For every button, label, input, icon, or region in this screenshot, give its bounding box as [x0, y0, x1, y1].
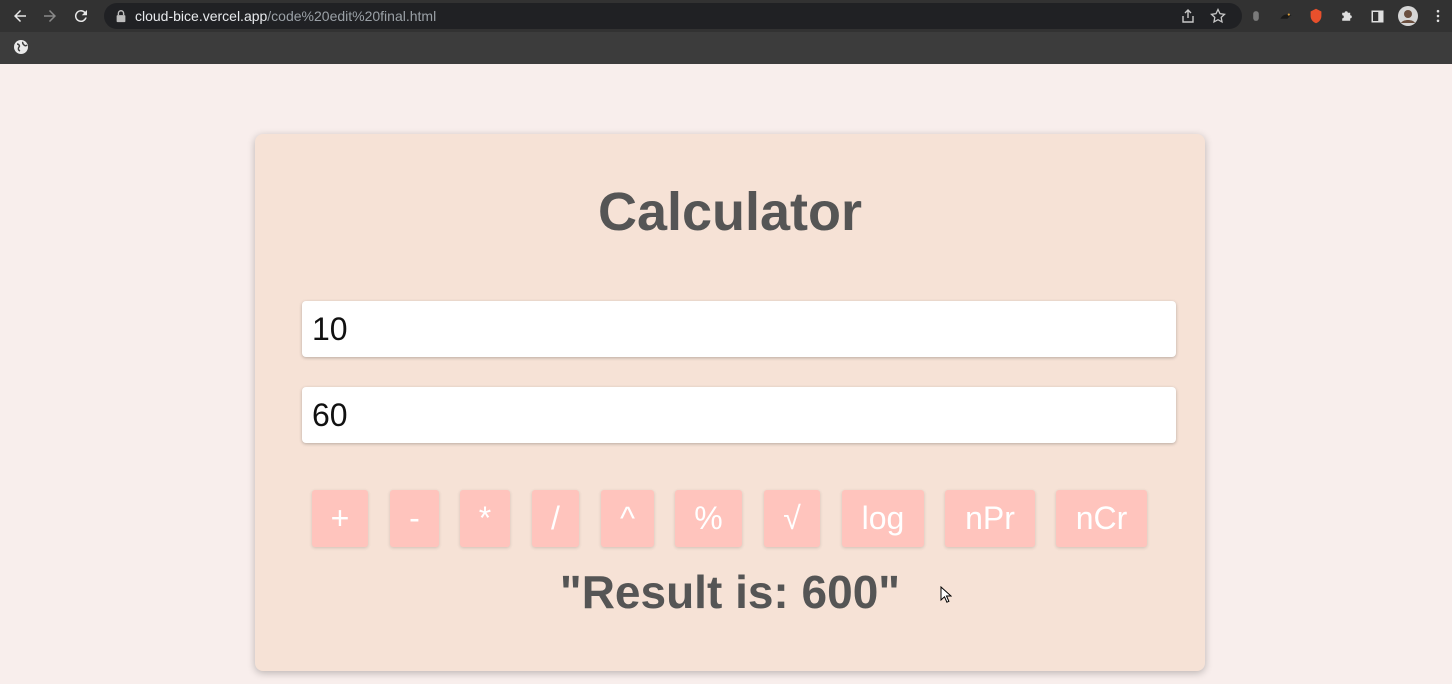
puzzle-icon[interactable] — [1337, 6, 1357, 26]
url-host: cloud-bice.vercel.app — [135, 8, 268, 24]
second-number-input[interactable] — [302, 387, 1176, 443]
power-button[interactable]: ^ — [601, 490, 654, 547]
log-button[interactable]: log — [842, 490, 924, 547]
avatar[interactable] — [1398, 6, 1418, 26]
share-icon[interactable] — [1180, 8, 1196, 24]
add-button[interactable]: + — [312, 490, 368, 547]
star-icon[interactable] — [1210, 8, 1226, 24]
multiply-button[interactable]: * — [460, 490, 510, 547]
address-bar[interactable]: cloud-bice.vercel.app/code%20edit%20fina… — [104, 3, 1242, 29]
extension-icon[interactable] — [1246, 6, 1266, 26]
kebab-menu-icon[interactable] — [1428, 6, 1448, 26]
mouse-cursor-icon — [940, 586, 952, 603]
lock-icon[interactable] — [114, 9, 128, 23]
browser-toolbar: cloud-bice.vercel.app/code%20edit%20fina… — [0, 0, 1452, 32]
divide-button[interactable]: / — [532, 490, 579, 547]
extension-icon[interactable] — [1306, 6, 1326, 26]
forward-arrow-icon[interactable] — [38, 4, 62, 28]
bookmarks-bar — [0, 32, 1452, 64]
side-panel-icon[interactable] — [1367, 6, 1387, 26]
globe-icon[interactable] — [13, 39, 29, 55]
subtract-button[interactable]: - — [390, 490, 439, 547]
page-title: Calculator — [597, 182, 863, 242]
first-number-input[interactable] — [302, 301, 1176, 357]
url-path: /code%20edit%20final.html — [267, 8, 437, 24]
browser-chrome: cloud-bice.vercel.app/code%20edit%20fina… — [0, 0, 1452, 64]
modulo-button[interactable]: % — [675, 490, 742, 547]
url-text[interactable]: cloud-bice.vercel.app/code%20edit%20fina… — [135, 8, 436, 24]
square-root-button[interactable]: √ — [764, 490, 820, 547]
page-content: Calculator + - * / ^ % √ log nPr nCr "Re… — [0, 64, 1452, 684]
extension-icon[interactable] — [1276, 6, 1296, 26]
combination-button[interactable]: nCr — [1056, 490, 1147, 547]
back-arrow-icon[interactable] — [8, 4, 32, 28]
result-text: "Result is: 600" — [559, 566, 901, 618]
calculator-card: Calculator + - * / ^ % √ log nPr nCr "Re… — [255, 134, 1205, 671]
permutation-button[interactable]: nPr — [945, 490, 1035, 547]
reload-icon[interactable] — [69, 4, 93, 28]
